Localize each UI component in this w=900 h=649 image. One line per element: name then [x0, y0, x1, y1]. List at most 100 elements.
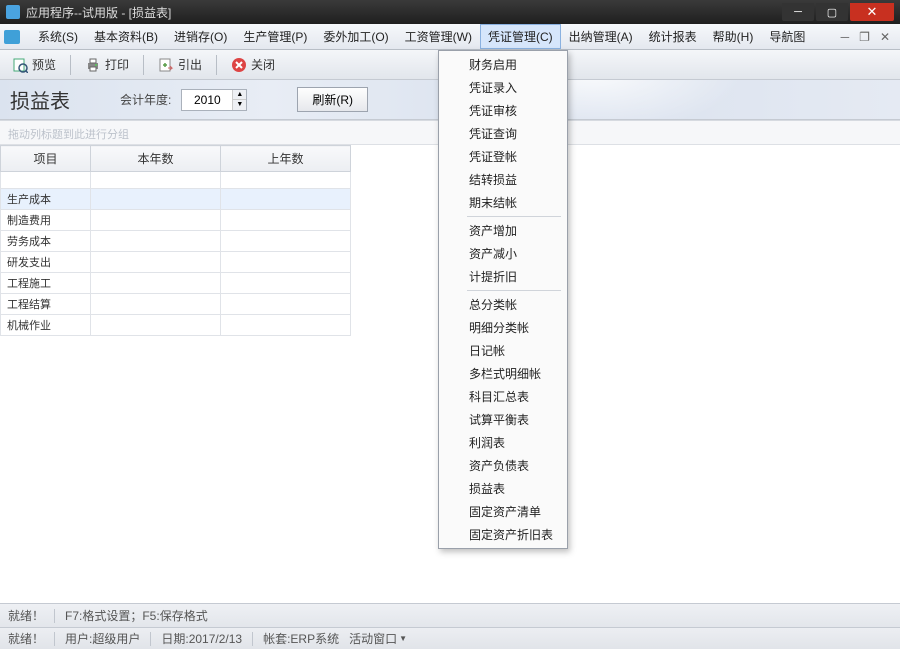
menu-dropdown-item[interactable]: 利润表: [441, 431, 565, 454]
app-icon: [6, 5, 20, 19]
menu-dropdown-item[interactable]: 财务启用: [441, 53, 565, 76]
refresh-button[interactable]: 刷新(R): [297, 87, 368, 112]
active-window-selector[interactable]: 活动窗口 ▼: [349, 630, 407, 647]
menu-separator: [467, 216, 561, 217]
status-separator: [252, 632, 253, 646]
menu-dropdown-item[interactable]: 凭证登帐: [441, 145, 565, 168]
menu-dropdown-item[interactable]: 总分类帐: [441, 293, 565, 316]
mdi-minimize-button[interactable]: ─: [841, 30, 850, 44]
table-cell[interactable]: [221, 273, 351, 294]
close-label: 关闭: [251, 56, 275, 73]
print-button[interactable]: 打印: [79, 53, 135, 76]
menu-dropdown-item[interactable]: 科目汇总表: [441, 385, 565, 408]
toolbar-separator: [70, 55, 71, 75]
menu-dropdown-item[interactable]: 损益表: [441, 477, 565, 500]
table-cell[interactable]: [91, 231, 221, 252]
menu-dropdown-item[interactable]: 明细分类帐: [441, 316, 565, 339]
table-cell[interactable]: [91, 294, 221, 315]
menu-item[interactable]: 凭证管理(C): [480, 24, 561, 49]
menu-dropdown-item[interactable]: 日记帐: [441, 339, 565, 362]
menu-item[interactable]: 进销存(O): [166, 24, 235, 49]
preview-button[interactable]: 预览: [6, 53, 62, 76]
table-cell[interactable]: 工程结算: [1, 294, 91, 315]
year-label: 会计年度:: [120, 91, 171, 108]
menu-dropdown-item[interactable]: 固定资产清单: [441, 500, 565, 523]
data-grid[interactable]: 项目本年数上年数 生产成本 制造费用 劳务成本 研发支出 工程施工 工程结算 机…: [0, 145, 351, 336]
table-cell[interactable]: 研发支出: [1, 252, 91, 273]
toolbar-separator: [143, 55, 144, 75]
preview-icon: [12, 57, 28, 73]
menu-item[interactable]: 帮助(H): [705, 24, 762, 49]
table-cell[interactable]: [91, 315, 221, 336]
app-menu-icon[interactable]: [4, 30, 20, 44]
status-user: 用户:超级用户: [65, 630, 140, 647]
table-row[interactable]: [1, 172, 351, 189]
column-header[interactable]: 上年数: [221, 146, 351, 172]
table-row[interactable]: 工程结算: [1, 294, 351, 315]
year-spinner[interactable]: ▲ ▼: [181, 89, 247, 111]
year-spin-down[interactable]: ▼: [232, 100, 246, 110]
menu-dropdown-item[interactable]: 资产减小: [441, 242, 565, 265]
table-cell[interactable]: [221, 210, 351, 231]
menu-item[interactable]: 工资管理(W): [397, 24, 480, 49]
table-cell[interactable]: 机械作业: [1, 315, 91, 336]
status-date: 日期:2017/2/13: [161, 630, 242, 647]
status-ready: 就绪！: [8, 630, 44, 647]
table-cell[interactable]: [221, 231, 351, 252]
table-cell[interactable]: [91, 252, 221, 273]
menu-dropdown-item[interactable]: 资产负债表: [441, 454, 565, 477]
menu-item[interactable]: 统计报表: [641, 24, 705, 49]
table-cell[interactable]: 制造费用: [1, 210, 91, 231]
mdi-close-button[interactable]: ✕: [880, 30, 890, 44]
inner-statusbar: 就绪！ F7:格式设置；F5:保存格式: [0, 603, 900, 627]
preview-label: 预览: [32, 56, 56, 73]
voucher-menu-dropdown[interactable]: 财务启用凭证录入凭证审核凭证查询凭证登帐结转损益期末结帐资产增加资产减小计提折旧…: [438, 50, 568, 549]
menu-item[interactable]: 基本资料(B): [86, 24, 166, 49]
window-close-button[interactable]: ✕: [850, 3, 894, 21]
table-cell[interactable]: [221, 315, 351, 336]
menu-item[interactable]: 系统(S): [30, 24, 86, 49]
column-header[interactable]: 项目: [1, 146, 91, 172]
menu-dropdown-item[interactable]: 期末结帐: [441, 191, 565, 214]
mdi-restore-button[interactable]: ❐: [859, 30, 870, 44]
table-row[interactable]: 工程施工: [1, 273, 351, 294]
table-row[interactable]: 研发支出: [1, 252, 351, 273]
year-input[interactable]: [182, 90, 232, 110]
window-maximize-button[interactable]: ▢: [816, 3, 848, 21]
menu-dropdown-item[interactable]: 多栏式明细帐: [441, 362, 565, 385]
menu-item[interactable]: 出纳管理(A): [561, 24, 641, 49]
menu-item[interactable]: 导航图: [761, 24, 813, 49]
menu-dropdown-item[interactable]: 凭证录入: [441, 76, 565, 99]
table-cell[interactable]: 劳务成本: [1, 231, 91, 252]
menu-item[interactable]: 委外加工(O): [315, 24, 396, 49]
table-cell[interactable]: [91, 189, 221, 210]
menu-dropdown-item[interactable]: 固定资产折旧表: [441, 523, 565, 546]
window-title: 应用程序--试用版 - [损益表]: [26, 4, 171, 21]
table-row[interactable]: 生产成本: [1, 189, 351, 210]
table-cell[interactable]: [221, 252, 351, 273]
close-doc-button[interactable]: 关闭: [225, 53, 281, 76]
year-spin-up[interactable]: ▲: [232, 90, 246, 100]
menubar: 系统(S)基本资料(B)进销存(O)生产管理(P)委外加工(O)工资管理(W)凭…: [0, 24, 900, 50]
table-cell[interactable]: 工程施工: [1, 273, 91, 294]
menu-dropdown-item[interactable]: 凭证查询: [441, 122, 565, 145]
table-row[interactable]: 劳务成本: [1, 231, 351, 252]
export-button[interactable]: 引出: [152, 53, 208, 76]
menu-item[interactable]: 生产管理(P): [235, 24, 315, 49]
table-row[interactable]: 制造费用: [1, 210, 351, 231]
menu-dropdown-item[interactable]: 试算平衡表: [441, 408, 565, 431]
table-cell[interactable]: [221, 189, 351, 210]
table-row[interactable]: 机械作业: [1, 315, 351, 336]
column-header[interactable]: 本年数: [91, 146, 221, 172]
window-minimize-button[interactable]: ─: [782, 3, 814, 21]
table-cell[interactable]: [91, 273, 221, 294]
menu-dropdown-item[interactable]: 凭证审核: [441, 99, 565, 122]
menu-dropdown-item[interactable]: 结转损益: [441, 168, 565, 191]
table-cell[interactable]: [91, 210, 221, 231]
menu-dropdown-item[interactable]: 资产增加: [441, 219, 565, 242]
menu-dropdown-item[interactable]: 计提折旧: [441, 265, 565, 288]
export-label: 引出: [178, 56, 202, 73]
outer-statusbar: 就绪！ 用户:超级用户 日期:2017/2/13 帐套:ERP系统 活动窗口 ▼: [0, 627, 900, 649]
table-cell[interactable]: 生产成本: [1, 189, 91, 210]
table-cell[interactable]: [221, 294, 351, 315]
